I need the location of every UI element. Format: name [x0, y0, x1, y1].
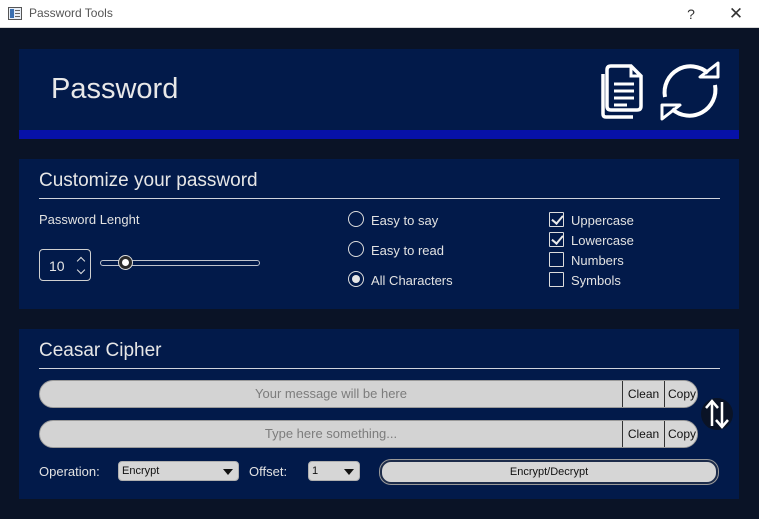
- customize-divider: [39, 198, 720, 199]
- radio-all-characters-label: All Characters: [371, 273, 453, 288]
- cipher-title: Ceasar Cipher: [39, 340, 162, 361]
- slider-handle[interactable]: [119, 256, 133, 269]
- window-title: Password Tools: [29, 6, 113, 20]
- length-spinbox[interactable]: 10: [39, 249, 91, 281]
- output-field[interactable]: Your message will be here Clean Copy: [39, 380, 698, 408]
- checkbox-lowercase[interactable]: [549, 232, 564, 247]
- chevron-down-icon: [344, 469, 354, 475]
- output-copy-button[interactable]: Copy: [664, 381, 697, 407]
- spin-up-icon[interactable]: [76, 255, 86, 264]
- length-label: Password Lenght: [39, 212, 140, 227]
- operation-select[interactable]: Encrypt: [118, 461, 239, 481]
- offset-select[interactable]: 1: [308, 461, 360, 481]
- operation-value: Encrypt: [122, 465, 160, 477]
- checkbox-uppercase-label: Uppercase: [571, 213, 634, 228]
- cipher-divider: [39, 368, 720, 369]
- spin-down-icon[interactable]: [76, 267, 86, 276]
- checkbox-lowercase-label: Lowercase: [571, 233, 634, 248]
- input-field[interactable]: Type here something... Clean Copy: [39, 420, 698, 448]
- help-button[interactable]: ?: [681, 4, 701, 24]
- offset-value: 1: [312, 465, 319, 477]
- customize-title: Customize your password: [39, 170, 258, 191]
- title-bar: Password Tools ? ✕: [0, 0, 759, 28]
- input-copy-button[interactable]: Copy: [664, 421, 697, 447]
- input-clean-button[interactable]: Clean: [622, 421, 664, 447]
- encrypt-decrypt-button[interactable]: Encrypt/Decrypt: [380, 460, 718, 484]
- refresh-icon[interactable]: [656, 61, 724, 121]
- checkbox-symbols-label: Symbols: [571, 273, 621, 288]
- app-icon: [8, 7, 22, 20]
- output-placeholder: Your message will be here: [255, 386, 407, 401]
- close-button[interactable]: ✕: [725, 4, 747, 24]
- radio-easy-say-label: Easy to say: [371, 213, 439, 228]
- chevron-down-icon: [223, 469, 233, 475]
- radio-easy-say[interactable]: [348, 211, 364, 227]
- swap-arrows-icon[interactable]: [701, 397, 733, 431]
- radio-all-characters[interactable]: [348, 271, 364, 287]
- checkbox-uppercase[interactable]: [549, 212, 564, 227]
- offset-label: Offset:: [249, 464, 288, 479]
- operation-label: Operation:: [39, 464, 100, 479]
- header-panel: Password: [19, 49, 739, 139]
- header-accent-bar: [19, 130, 739, 139]
- customize-panel: Customize your password Password Lenght …: [19, 159, 739, 309]
- checkbox-symbols[interactable]: [549, 272, 564, 287]
- radio-easy-read[interactable]: [348, 241, 364, 257]
- checkbox-numbers-label: Numbers: [571, 253, 624, 268]
- length-value: 10: [49, 258, 65, 274]
- radio-easy-read-label: Easy to read: [371, 243, 444, 258]
- input-placeholder[interactable]: Type here something...: [40, 421, 622, 447]
- checkbox-numbers[interactable]: [549, 252, 564, 267]
- page-title: Password: [51, 73, 179, 105]
- cipher-panel: Ceasar Cipher Your message will be here …: [19, 329, 739, 499]
- copy-icon[interactable]: [597, 62, 645, 120]
- output-clean-button[interactable]: Clean: [622, 381, 664, 407]
